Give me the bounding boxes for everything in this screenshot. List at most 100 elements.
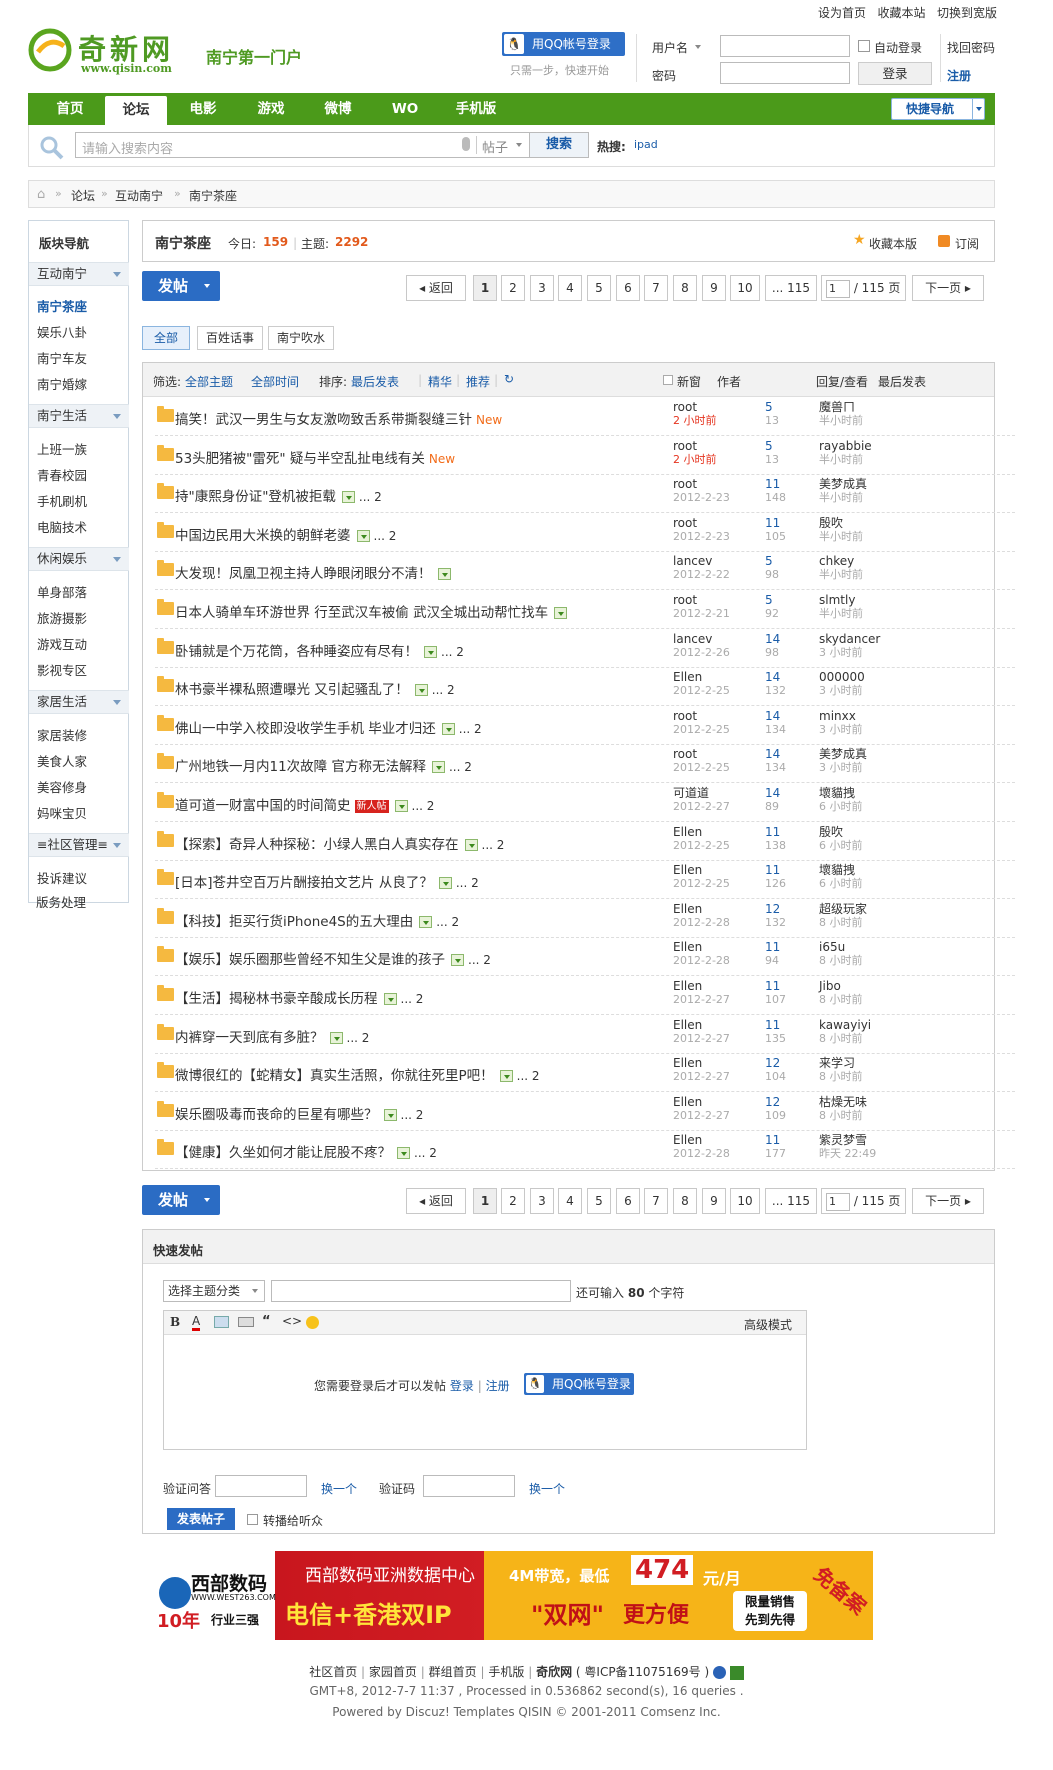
page-7[interactable]: 7 (644, 275, 668, 301)
last-poster-link[interactable]: Jibo (819, 979, 841, 993)
change-question-link[interactable]: 换一个 (321, 1480, 357, 1497)
thread-pages-link[interactable]: ... 2 (347, 1031, 370, 1045)
thread-title[interactable]: 内裤穿一天到底有多脏？... 2 (175, 1026, 369, 1046)
thread-pages-link[interactable]: ... 2 (374, 529, 397, 543)
sidebar-group-3[interactable]: 休闲娱乐 (29, 547, 129, 571)
author-link[interactable]: Ellen (673, 1133, 702, 1147)
author-link[interactable]: Ellen (673, 1018, 702, 1032)
advanced-mode-link[interactable]: 高级模式 (744, 1316, 792, 1333)
page-10[interactable]: 10 (730, 1188, 760, 1214)
last-poster-link[interactable]: 壞貓拽 (819, 786, 855, 800)
link-icon[interactable] (238, 1317, 254, 1327)
last-post-time[interactable]: 8 小时前 (819, 1032, 871, 1046)
page-10[interactable]: 10 (730, 275, 760, 301)
last-poster-link[interactable]: 000000 (819, 670, 865, 684)
author-link[interactable]: Ellen (673, 1056, 702, 1070)
sidebar-item[interactable]: 上班一族 (37, 439, 87, 458)
home-icon[interactable]: ⌂ (37, 187, 45, 202)
last-post-time[interactable]: 8 小时前 (819, 954, 863, 968)
post-button-top[interactable]: 发帖 (142, 271, 220, 301)
filter-all-topics[interactable]: 全部主题 (185, 373, 233, 390)
page-last[interactable]: ... 115 (765, 1188, 817, 1214)
sidebar-item[interactable]: 手机刷机 (37, 491, 87, 510)
nav-tab-movie[interactable]: 电影 (172, 93, 234, 125)
thread-title[interactable]: 卧铺就是个万花筒，各种睡姿应有尽有！... 2 (175, 640, 464, 660)
last-post-time[interactable]: 半小时前 (819, 607, 863, 621)
voice-icon[interactable] (462, 137, 470, 151)
auto-login-checkbox[interactable] (858, 40, 870, 52)
sidebar-item[interactable]: 美食人家 (37, 751, 87, 770)
bookmark-site-link[interactable]: 收藏本站 (877, 6, 925, 20)
thread-pages-link[interactable]: ... 2 (436, 915, 459, 929)
sidebar-item[interactable]: 投诉建议 (37, 868, 87, 887)
thread-title[interactable]: 53头肥猪被"雷死" 疑与半空乱扯电线有关 New (175, 447, 455, 467)
last-post-time[interactable]: 8 小时前 (819, 1070, 863, 1084)
sidebar-group-4[interactable]: 家居生活 (29, 690, 129, 714)
page-4[interactable]: 4 (558, 275, 582, 301)
username-dropdown-icon[interactable] (695, 45, 701, 49)
sidebar-item[interactable]: 妈咪宝贝 (37, 803, 87, 822)
thread-title[interactable]: 持"康熙身份证"登机被拒载... 2 (175, 485, 382, 505)
sidebar-item[interactable]: 青春校园 (37, 465, 87, 484)
last-poster-link[interactable]: 殷吹 (819, 516, 843, 530)
captcha-input[interactable] (423, 1475, 515, 1497)
thread-pages-link[interactable]: ... 2 (414, 1146, 437, 1160)
last-post-time[interactable]: 6 小时前 (819, 839, 863, 853)
police-badge-icon[interactable] (712, 1666, 726, 1679)
thread-pages-link[interactable]: ... 2 (441, 645, 464, 659)
page-3[interactable]: 3 (530, 275, 554, 301)
last-poster-link[interactable]: minxx (819, 709, 856, 723)
author-link[interactable]: root (673, 516, 697, 530)
thread-pages-link[interactable]: ... 2 (359, 490, 382, 504)
submit-post-button[interactable]: 发表帖子 (167, 1508, 235, 1530)
smiley-icon[interactable] (306, 1316, 319, 1329)
breadcrumb-current[interactable]: 南宁茶座 (189, 187, 237, 204)
footer-link[interactable]: 家园首页 (369, 1665, 417, 1679)
footer-link[interactable]: 群组首页 (429, 1665, 477, 1679)
notice-register-link[interactable]: 注册 (486, 1379, 510, 1393)
last-poster-link[interactable]: 超级玩家 (819, 902, 867, 916)
author-link[interactable]: lancev (673, 632, 712, 646)
author-link[interactable]: Ellen (673, 940, 702, 954)
last-poster-link[interactable]: slmtly (819, 593, 855, 607)
filter-digest[interactable]: 精华 (428, 373, 452, 390)
thread-title[interactable]: 佛山一中学入校即没收学生手机 毕业才归还... 2 (175, 717, 482, 737)
editor-qq-login-button[interactable]: 🐧 用QQ帐号登录 (524, 1373, 634, 1395)
breadcrumb-forum[interactable]: 论坛 (71, 187, 95, 204)
last-post-time[interactable]: 3 小时前 (819, 646, 880, 660)
last-poster-link[interactable]: i65u (819, 940, 845, 954)
footer-icp[interactable]: ( 粤ICP备11075169号 ) (576, 1665, 709, 1679)
thread-pages-link[interactable]: ... 2 (468, 953, 491, 967)
author-link[interactable]: root (673, 477, 697, 491)
last-post-time[interactable]: 3 小时前 (819, 684, 865, 698)
thread-title[interactable]: 【生活】揭秘林书豪辛酸成长历程... 2 (175, 987, 423, 1007)
password-input[interactable] (720, 62, 850, 84)
last-post-time[interactable]: 半小时前 (819, 414, 863, 428)
thread-title[interactable]: 【科技】拒买行货iPhone4S的五大理由... 2 (175, 910, 459, 930)
author-link[interactable]: lancev (673, 554, 712, 568)
page-8[interactable]: 8 (673, 1188, 697, 1214)
last-poster-link[interactable]: 壞貓拽 (819, 863, 855, 877)
sidebar-item-tea-house[interactable]: 南宁茶座 (37, 296, 87, 315)
thread-title[interactable]: 【娱乐】娱乐圈那些曾经不知生父是谁的孩子... 2 (175, 948, 491, 968)
author-link[interactable]: 可道道 (673, 786, 709, 800)
last-poster-link[interactable]: 枯燥无味 (819, 1095, 867, 1109)
last-poster-link[interactable]: chkey (819, 554, 854, 568)
thread-title[interactable]: [日本]苍井空百万片酬接拍文艺片 从良了？... 2 (175, 871, 479, 891)
next-page-button[interactable]: 下一页 ▸ (912, 1188, 984, 1214)
nav-tab-weibo[interactable]: 微博 (307, 93, 369, 125)
switch-wide-link[interactable]: 切换到宽版 (937, 6, 997, 20)
back-button[interactable]: ◂ 返回 (406, 1188, 466, 1214)
thread-title[interactable]: 中国边民用大米换的朝鲜老婆... 2 (175, 524, 396, 544)
last-post-time[interactable]: 3 小时前 (819, 761, 867, 775)
hot-search-item[interactable]: ipad (634, 138, 658, 151)
sidebar-group-1[interactable]: 互动南宁 (29, 262, 129, 286)
page-jump-input[interactable]: 1 (826, 1192, 850, 1211)
thread-title[interactable]: 道可道一财富中国的时间简史 新人帖... 2 (175, 794, 434, 814)
broadcast-checkbox[interactable] (247, 1514, 258, 1525)
author-link[interactable]: Ellen (673, 902, 702, 916)
notice-login-link[interactable]: 登录 (450, 1379, 474, 1393)
sidebar-item[interactable]: 电脑技术 (37, 517, 87, 536)
last-poster-link[interactable]: kawayiyi (819, 1018, 871, 1032)
qq-login-button[interactable]: 🐧 用QQ帐号登录 (502, 32, 625, 56)
